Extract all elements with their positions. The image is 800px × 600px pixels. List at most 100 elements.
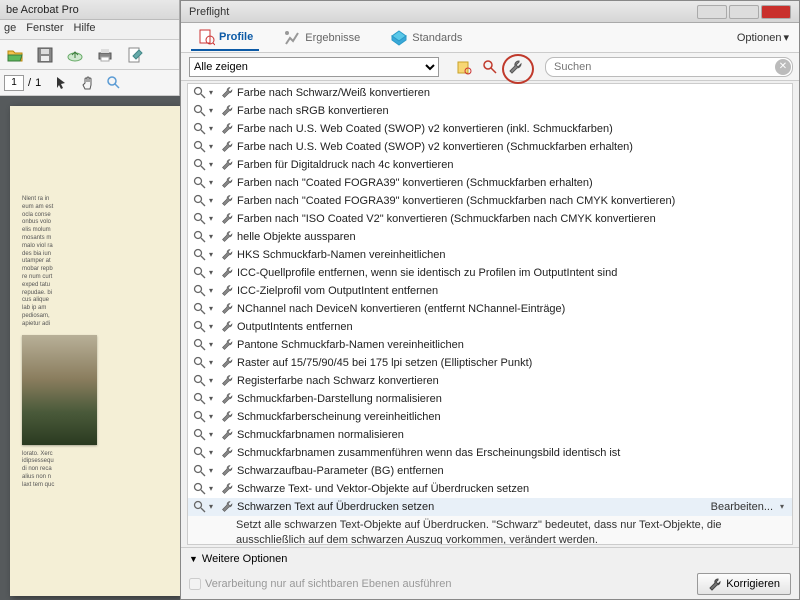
magnifier-icon	[192, 355, 206, 369]
filter-select[interactable]: Alle zeigen	[189, 57, 439, 77]
select-tool-icon[interactable]	[51, 72, 73, 94]
dropdown-arrow-icon[interactable]: ▾	[209, 355, 217, 371]
filter-btn-2[interactable]	[479, 57, 501, 77]
cloud-icon[interactable]	[64, 44, 86, 66]
close-button[interactable]	[761, 5, 791, 19]
maximize-button[interactable]	[729, 5, 759, 19]
visible-layers-checkbox[interactable]: Verarbeitung nur auf sichtbaren Ebenen a…	[189, 578, 451, 590]
dropdown-arrow-icon[interactable]: ▾	[209, 121, 217, 137]
tab-profile[interactable]: Profile	[191, 25, 259, 51]
list-item[interactable]: ▾Farbe nach sRGB konvertieren	[188, 102, 792, 120]
preflight-titlebar[interactable]: Preflight	[181, 1, 799, 23]
dropdown-arrow-icon[interactable]: ▾	[209, 463, 217, 479]
dropdown-arrow-icon[interactable]: ▾	[209, 391, 217, 407]
dropdown-arrow-icon[interactable]: ▾	[209, 103, 217, 119]
magnifier-icon	[192, 103, 206, 117]
list-item[interactable]: ▾NChannel nach DeviceN konvertieren (ent…	[188, 300, 792, 318]
list-item[interactable]: ▾Schmuckfarbnamen zusammenführen wenn da…	[188, 444, 792, 462]
list-item[interactable]: ▾Farben nach "Coated FOGRA39" konvertier…	[188, 192, 792, 210]
dropdown-arrow-icon[interactable]: ▾	[209, 139, 217, 155]
tab-ergebnisse[interactable]: Ergebnisse	[277, 26, 366, 50]
list-item[interactable]: ▾Schmuckfarben-Darstellung normalisieren	[188, 390, 792, 408]
dropdown-arrow-icon[interactable]: ▾	[209, 337, 217, 353]
dropdown-arrow-icon[interactable]: ▾	[209, 319, 217, 335]
checkbox-input[interactable]	[189, 578, 201, 590]
document-area[interactable]: Nlent ra in eum am est ocla conse onbus …	[0, 96, 180, 600]
fix-button[interactable]: Korrigieren	[697, 573, 791, 595]
list-item[interactable]: ▾Schmuckfarbnamen normalisieren	[188, 426, 792, 444]
dropdown-arrow-icon[interactable]: ▾	[209, 409, 217, 425]
wrench-icon	[220, 283, 234, 297]
dropdown-arrow-icon[interactable]: ▾	[209, 427, 217, 443]
profile-icon	[197, 28, 215, 46]
edit-link[interactable]: Bearbeiten...	[707, 499, 777, 515]
item-label: Farbe nach U.S. Web Coated (SWOP) v2 kon…	[237, 121, 788, 137]
filter-btn-1[interactable]	[453, 57, 475, 77]
preflight-list[interactable]: ▾Farbe nach Schwarz/Weiß konvertieren▾Fa…	[187, 83, 793, 545]
hand-tool-icon[interactable]	[77, 72, 99, 94]
wrench-icon	[220, 265, 234, 279]
dropdown-arrow-icon[interactable]: ▾	[209, 175, 217, 191]
list-item[interactable]: ▾ ICC-Zielprofil vom OutputIntent entfern…	[188, 282, 792, 300]
more-options-toggle[interactable]: ▼ Weitere Optionen	[181, 547, 799, 569]
zoom-tool-icon[interactable]	[103, 72, 125, 94]
menu-item[interactable]: Fenster	[26, 22, 63, 37]
clear-search-icon[interactable]: ✕	[775, 59, 791, 75]
list-item[interactable]: ▾Farben nach "ISO Coated V2" konvertiere…	[188, 210, 792, 228]
dropdown-arrow-icon[interactable]: ▾	[209, 193, 217, 209]
save-icon[interactable]	[34, 44, 56, 66]
list-item[interactable]: ▾ Raster auf 15/75/90/45 bei 175 lpi setz…	[188, 354, 792, 372]
dropdown-arrow-icon[interactable]: ▾	[209, 283, 217, 299]
list-item[interactable]: ▾helle Objekte aussparen	[188, 228, 792, 246]
dropdown-arrow-icon[interactable]: ▾	[209, 445, 217, 461]
dropdown-arrow-icon[interactable]: ▾	[209, 211, 217, 227]
list-item[interactable]: ▾Registerfarbe nach Schwarz konvertieren	[188, 372, 792, 390]
minimize-button[interactable]	[697, 5, 727, 19]
list-item[interactable]: ▾ICC-Quellprofile entfernen, wenn sie id…	[188, 264, 792, 282]
menu-item[interactable]: ge	[4, 22, 16, 37]
dropdown-arrow-icon[interactable]: ▾	[209, 301, 217, 317]
list-item[interactable]: ▾Farben nach "Coated FOGRA39" konvertier…	[188, 174, 792, 192]
wrench-icon	[220, 463, 234, 477]
wrench-icon	[220, 301, 234, 315]
dropdown-arrow-icon[interactable]: ▾	[209, 247, 217, 263]
list-item[interactable]: ▾Schwarze Text- und Vektor-Objekte auf Ü…	[188, 480, 792, 498]
list-item[interactable]: ▾Farbe nach U.S. Web Coated (SWOP) v2 ko…	[188, 138, 792, 156]
dropdown-arrow-icon[interactable]: ▾	[209, 481, 217, 497]
dropdown-arrow-icon[interactable]: ▾	[209, 85, 217, 101]
list-item[interactable]: ▾Schwarzaufbau-Parameter (BG) entfernen	[188, 462, 792, 480]
search-input[interactable]	[545, 57, 793, 77]
list-item[interactable]: ▾Schwarzen Text auf Überdrucken setzenBe…	[188, 498, 792, 516]
tab-label: Ergebnisse	[305, 32, 360, 44]
item-label: Raster auf 15/75/90/45 bei 175 lpi setze…	[237, 355, 788, 371]
tab-standards[interactable]: Standards	[384, 26, 468, 50]
open-icon[interactable]	[4, 44, 26, 66]
list-item[interactable]: ▾Schmuckfarberscheinung vereinheitlichen	[188, 408, 792, 426]
options-menu[interactable]: Optionen ▾	[737, 31, 789, 44]
list-item[interactable]: ▾HKS Schmuckfarb-Namen vereinheitlichen	[188, 246, 792, 264]
dropdown-arrow-icon[interactable]: ▾	[209, 157, 217, 173]
wrench-icon	[220, 427, 234, 441]
edit-icon[interactable]	[124, 44, 146, 66]
page-input[interactable]	[4, 75, 24, 91]
item-label: ICC-Zielprofil vom OutputIntent entferne…	[237, 283, 788, 299]
item-label: Farben für Digitaldruck nach 4c konverti…	[237, 157, 788, 173]
list-item[interactable]: ▾Pantone Schmuckfarb-Namen vereinheitlic…	[188, 336, 792, 354]
list-item[interactable]: ▾Farbe nach Schwarz/Weiß konvertieren	[188, 84, 792, 102]
dropdown-arrow-icon[interactable]: ▾	[209, 265, 217, 281]
list-item[interactable]: ▾ OutputIntents entfernen	[188, 318, 792, 336]
item-label: OutputIntents entfernen	[237, 319, 788, 335]
wrench-icon	[220, 139, 234, 153]
filter-btn-fixups[interactable]	[505, 57, 527, 77]
list-item[interactable]: ▾ Farben für Digitaldruck nach 4c konvert…	[188, 156, 792, 174]
dropdown-arrow-icon[interactable]: ▾	[209, 229, 217, 245]
dropdown-arrow-icon[interactable]: ▾	[209, 499, 217, 515]
wrench-icon	[220, 391, 234, 405]
list-item[interactable]: ▾ Farbe nach U.S. Web Coated (SWOP) v2 ko…	[188, 120, 792, 138]
magnifier-icon	[192, 139, 206, 153]
edit-dropdown-icon[interactable]: ▾	[780, 499, 788, 515]
magnifier-icon	[192, 265, 206, 279]
menu-item[interactable]: Hilfe	[74, 22, 96, 37]
print-icon[interactable]	[94, 44, 116, 66]
dropdown-arrow-icon[interactable]: ▾	[209, 373, 217, 389]
